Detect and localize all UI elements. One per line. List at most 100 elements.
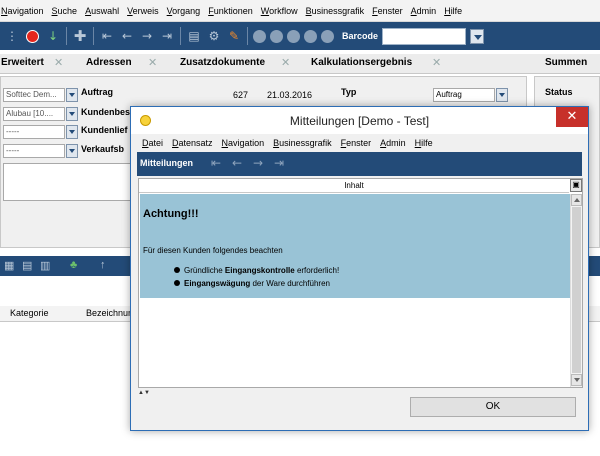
message-intro: Für diesen Kunden folgendes beachten [143, 246, 283, 255]
step-icon[interactable] [304, 29, 317, 43]
dialog-menu-datei[interactable]: Datei [142, 138, 163, 148]
message-area: Achtung!!! Für diesen Kunden folgendes b… [140, 194, 570, 298]
first-icon[interactable]: ⇤ [211, 156, 221, 170]
bullet-1-text-post: erforderlich! [294, 266, 340, 275]
menu-businessgrafik[interactable]: Businessgrafik [306, 6, 365, 16]
toolbar-separator [247, 27, 248, 45]
column-header-inhalt[interactable]: Inhalt [139, 179, 569, 193]
last-icon[interactable]: ⇥ [160, 29, 174, 43]
move-up-icon[interactable]: ↑ [100, 259, 106, 271]
dialog-toolbar-title: Mitteilungen [140, 158, 193, 168]
tab-erweitert[interactable]: Erweitert [1, 57, 44, 68]
document-icon[interactable]: ▤ [22, 259, 32, 272]
label-kundenbes: Kundenbes [81, 107, 131, 117]
label-status: Status [545, 87, 573, 97]
dialog-titlebar[interactable]: Mitteilungen [Demo - Test] ✕ [131, 107, 588, 134]
barcode-dropdown-button[interactable] [470, 28, 485, 44]
export-icon[interactable]: ▦ [4, 259, 14, 272]
tools-icon[interactable]: ⚙ [207, 29, 221, 43]
message-bullet-1: Gründliche Eingangskontrolle erforderlic… [174, 266, 339, 275]
dialog-menu-businessgrafik[interactable]: Businessgrafik [273, 138, 332, 148]
tab-summen[interactable]: Summen [545, 57, 587, 68]
prev-icon[interactable]: ← [120, 29, 134, 43]
close-icon[interactable]: ✕ [281, 56, 290, 69]
splitter-arrows-icon[interactable]: ▲▼ [138, 390, 168, 396]
close-icon[interactable]: ✕ [556, 107, 588, 127]
main-toolbar: ⋮ ↓ ✚ ⇤ ← → ⇥ ▤ ⚙ ✎ Barcode [0, 22, 600, 50]
toolbar-separator [93, 27, 94, 45]
company-dropdown-button[interactable] [66, 88, 78, 102]
delivery-dropdown-button[interactable] [66, 125, 78, 139]
form-field-sales[interactable]: ----- [3, 144, 65, 158]
barcode-label: Barcode [342, 31, 379, 41]
toolbar-separator [66, 27, 67, 45]
column-bezeichnung[interactable]: Bezeichnun [86, 308, 133, 318]
type-select[interactable]: Auftrag [433, 88, 495, 102]
next-icon[interactable]: → [253, 156, 263, 170]
scroll-thumb[interactable] [572, 207, 581, 373]
main-menubar: Navigation Suche Auswahl Verweis Vorgang… [0, 0, 600, 22]
menu-workflow[interactable]: Workflow [261, 6, 298, 16]
close-icon[interactable]: ✕ [54, 56, 63, 69]
menu-navigation[interactable]: Navigation [1, 6, 44, 16]
menu-verweis[interactable]: Verweis [127, 6, 159, 16]
dialog-menu-hilfe[interactable]: Hilfe [415, 138, 433, 148]
bullet-1-text-pre: Gründliche [184, 266, 225, 275]
dialog-menu-fenster[interactable]: Fenster [341, 138, 372, 148]
add-icon[interactable]: ✚ [73, 29, 87, 44]
type-dropdown-button[interactable] [496, 88, 508, 102]
message-bullet-2: Eingangswägung der Ware durchführen [174, 279, 330, 288]
label-kundenlief: Kundenlief [81, 125, 128, 135]
next-icon[interactable]: → [140, 29, 154, 43]
message-heading: Achtung!!! [143, 208, 199, 220]
form-memo-field[interactable] [3, 163, 133, 201]
menu-vorgang[interactable]: Vorgang [167, 6, 201, 16]
tab-zusatzdokumente[interactable]: Zusatzdokumente [180, 57, 265, 68]
scroll-down-icon[interactable] [571, 374, 582, 386]
grip-icon: ⋮ [6, 29, 18, 43]
order-number: 627 [233, 90, 249, 100]
column-kategorie[interactable]: Kategorie [10, 308, 49, 318]
menu-fenster[interactable]: Fenster [372, 6, 403, 16]
tree-icon[interactable]: ♣ [70, 259, 77, 271]
sales-dropdown-button[interactable] [66, 144, 78, 158]
prev-icon[interactable]: ← [232, 156, 242, 170]
customer-dropdown-button[interactable] [66, 107, 78, 121]
label-auftrag: Auftrag [81, 87, 113, 97]
first-icon[interactable]: ⇤ [100, 29, 114, 43]
form-field-customer[interactable]: Alubau [10.... [3, 107, 65, 121]
column-chooser-icon[interactable]: ▣ [570, 179, 582, 192]
scroll-up-icon[interactable] [571, 194, 582, 206]
form-field-company[interactable]: Softtec Dem... [3, 88, 65, 102]
record-icon[interactable] [26, 29, 39, 43]
vertical-scrollbar[interactable] [570, 194, 582, 387]
menu-suche[interactable]: Suche [52, 6, 78, 16]
toolbar-separator [180, 27, 181, 45]
menu-funktionen[interactable]: Funktionen [208, 6, 253, 16]
close-icon[interactable]: ✕ [148, 56, 157, 69]
dialog-menu-admin[interactable]: Admin [380, 138, 406, 148]
play-icon[interactable] [253, 29, 266, 43]
last-icon[interactable]: ⇥ [274, 156, 284, 170]
tab-strip: Erweitert ✕ Adressen ✕ Zusatzdokumente ✕… [0, 54, 600, 74]
dialog-menu-navigation[interactable]: Navigation [222, 138, 265, 148]
menu-admin[interactable]: Admin [411, 6, 437, 16]
label-typ: Typ [341, 87, 357, 97]
tab-adressen[interactable]: Adressen [86, 57, 132, 68]
bullet-icon [174, 280, 180, 286]
reset-icon[interactable] [321, 29, 334, 43]
download-icon[interactable]: ↓ [46, 29, 60, 43]
pause-icon[interactable] [287, 29, 300, 43]
tab-kalkulationsergebnis[interactable]: Kalkulationsergebnis [311, 57, 412, 68]
copy-icon[interactable]: ▥ [40, 259, 50, 272]
close-icon[interactable]: ✕ [432, 56, 441, 69]
menu-auswahl[interactable]: Auswahl [85, 6, 119, 16]
stop-icon[interactable] [270, 29, 283, 43]
dialog-menu-datensatz[interactable]: Datensatz [172, 138, 213, 148]
edit-icon[interactable]: ✎ [227, 29, 241, 43]
ok-button[interactable]: OK [410, 397, 576, 417]
barcode-input[interactable] [382, 27, 467, 45]
menu-hilfe[interactable]: Hilfe [444, 6, 462, 16]
document-icon[interactable]: ▤ [187, 29, 201, 43]
form-field-delivery[interactable]: ----- [3, 125, 65, 139]
